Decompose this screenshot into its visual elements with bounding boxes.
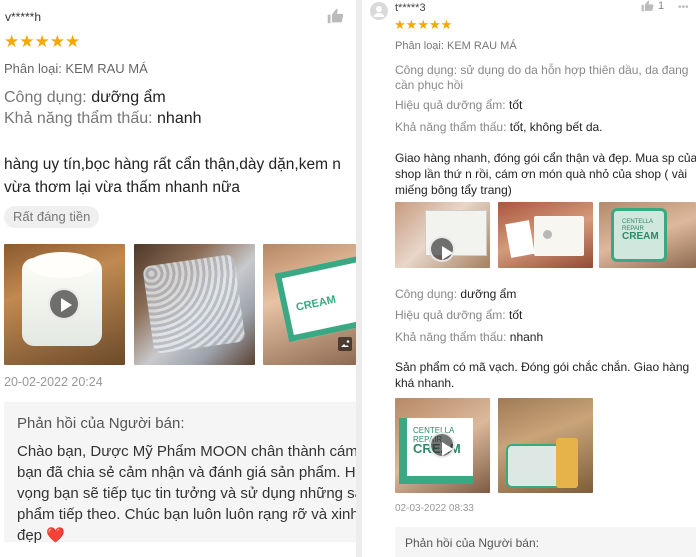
attribute-label: Công dụng: [395,287,458,301]
heart-icon: ❤️ [46,527,65,544]
more-icon[interactable]: ••• [678,2,689,13]
review-photo-thumbnail[interactable] [498,398,593,493]
attribute-row: Khả năng thẩm thấu: nhanh [4,110,202,128]
seller-reply-line: Chào bạn, Dược Mỹ Phẩm MOON chân thành c… [17,443,356,460]
attribute-value: nhanh [157,110,202,127]
product-jar: CENTELLA REPAIR CREAM [611,208,667,262]
review-photo-thumbnail[interactable]: CREAM [263,244,356,365]
attribute-value: dưỡng ẩm [91,89,166,106]
thumbs-up-icon[interactable] [641,0,654,12]
attribute-label: Khả năng thẩm thấu: [395,120,507,134]
attribute-value: tốt [508,308,523,322]
star-icon: ★ [34,32,50,51]
attribute-row: Hiệu quả dưỡng ẩm: tốt [395,98,522,112]
star-icon: ★ [405,17,418,32]
review-text-line: shop lần thứ n rồi, cám ơn món quà nhỏ c… [395,167,688,181]
star-icon: ★ [394,17,406,32]
star-icon: ★ [49,32,65,51]
star-icon: ★ [19,32,34,51]
review-tag[interactable]: Rất đáng tiền [4,206,100,228]
star-icon: ★ [428,17,441,32]
attribute-row: Công dụng: dưỡng ẩm [395,287,516,301]
attribute-value: tốt [508,98,523,112]
review-photo-thumbnail[interactable] [498,202,593,268]
attribute-row: Công dụng: dưỡng ẩm [4,89,166,107]
gift-box [534,216,584,256]
seller-reply-title: Phản hồi của Người bán: [405,536,539,550]
cream-jar-lid [28,252,96,278]
seller-reply: Phản hồi của Người bán: Chào bạn, Dược M… [4,402,356,544]
attribute-label: Công dụng: [4,89,87,106]
play-icon[interactable] [48,288,80,320]
attribute-row: Khả năng thẩm thấu: nhanh [395,330,543,344]
attribute-label: Khả năng thẩm thấu: [395,330,507,344]
seller-reply-line: vọng bạn sẽ tiếp tục tin tưởng và sử dụn… [17,485,356,502]
attribute-value: dưỡng ẩm [460,287,517,301]
category-label: Phân loại: KEM RAU MÁ [4,61,148,76]
play-icon[interactable] [429,236,455,262]
avatar-icon[interactable] [370,2,388,20]
thumbs-up-icon[interactable] [327,8,344,24]
review-photo-thumbnail[interactable]: CENTELLA REPAIR CREAM [599,202,696,268]
attribute-value: nhanh [509,330,544,344]
seller-reply-title: Phản hồi của Người bán: [17,415,185,432]
review-text: Sản phẩm có mã vạch. Đóng gói chắc chắn.… [395,359,689,391]
seller-reply-line: bạn đã chia sẻ cảm nhận và đánh giá sản … [17,464,356,481]
review-date: 02-03-2022 08:33 [395,503,474,514]
star-icon: ★ [4,32,19,51]
review-text: hàng uy tín,bọc hàng rất cẩn thận,dày dặ… [4,153,341,199]
review-video-thumbnail[interactable] [4,244,125,365]
usage-line: Công dụng: sử dụng do da hỗn hợp thiên d… [395,63,689,77]
attribute-row: Khả năng thẩm thấu: tốt, không bết da. [395,120,603,134]
review-text-line: hàng uy tín,bọc hàng rất cẩn thận,dày dặ… [4,156,341,173]
image-icon [338,337,352,351]
review-card-left: v*****h ★ ★ ★ ★ ★ Phân loại: KEM RAU MÁ Công… [0,0,356,557]
seller-reply: Phản hồi của Người bán: [395,527,696,557]
review-date: 20-02-2022 20:24 [4,375,103,389]
review-card-right: t*****3 1 ••• ★ ★ ★ ★ ★ Phân loại: KEM RAU M… [362,0,696,557]
rating-stars: ★ ★ ★ ★ ★ [394,17,453,33]
reviewer-name: t*****3 [395,2,426,14]
usage-text: Công dụng: sử dụng do da hỗn hợp thiên d… [395,63,688,93]
box-label: CENTELLA [622,219,654,225]
review-photo-thumbnail[interactable] [134,244,255,365]
attribute-value: tốt, không bết da. [509,120,603,134]
review-text-line: khá nhanh. [395,376,455,390]
review-video-thumbnail[interactable]: CENTELLA REPAIR CREAM [395,398,490,493]
seller-reply-line: đẹp [17,527,43,544]
product-box [506,444,562,488]
product-box: CREAM [274,255,356,343]
star-icon: ★ [417,17,429,32]
review-text-line: miếng bông tẩy trang) [395,183,512,197]
seller-reply-text: Chào bạn, Dược Mỹ Phẩm MOON chân thành c… [17,441,356,546]
star-icon: ★ [65,32,80,51]
star-icon: ★ [440,17,453,32]
review-video-thumbnail[interactable] [395,202,490,268]
review-text: Giao hàng nhanh, đóng gói cẩn thận và đẹ… [395,150,696,198]
reviewer-name: v*****h [5,10,42,24]
attribute-label: Hiệu quả dưỡng ẩm: [395,308,506,322]
play-icon[interactable] [429,432,455,458]
category-label: Phân loại: KEM RAU MÁ [395,40,517,52]
attribute-label: Khả năng thẩm thấu: [4,110,153,127]
seller-reply-line: phẩm tiếp theo. Chúc bạn luôn luôn rạng … [17,506,356,523]
attribute-label: Hiệu quả dưỡng ẩm: [395,98,506,112]
review-text-line: vừa thơm lại vừa thấm nhanh nữa [4,179,241,196]
attribute-row: Hiệu quả dưỡng ẩm: tốt [395,308,522,322]
rating-stars: ★ ★ ★ ★ ★ [4,32,80,52]
bubble-wrap [142,254,246,354]
like-count: 1 [658,0,665,12]
review-text-line: Sản phẩm có mã vạch. Đóng gói chắc chắn.… [395,360,690,374]
box-label: CREAM [622,231,659,242]
usage-line: cần phục hồi [395,78,464,92]
review-text-line: Giao hàng nhanh, đóng gói cẩn thận và đẹ… [395,151,696,165]
